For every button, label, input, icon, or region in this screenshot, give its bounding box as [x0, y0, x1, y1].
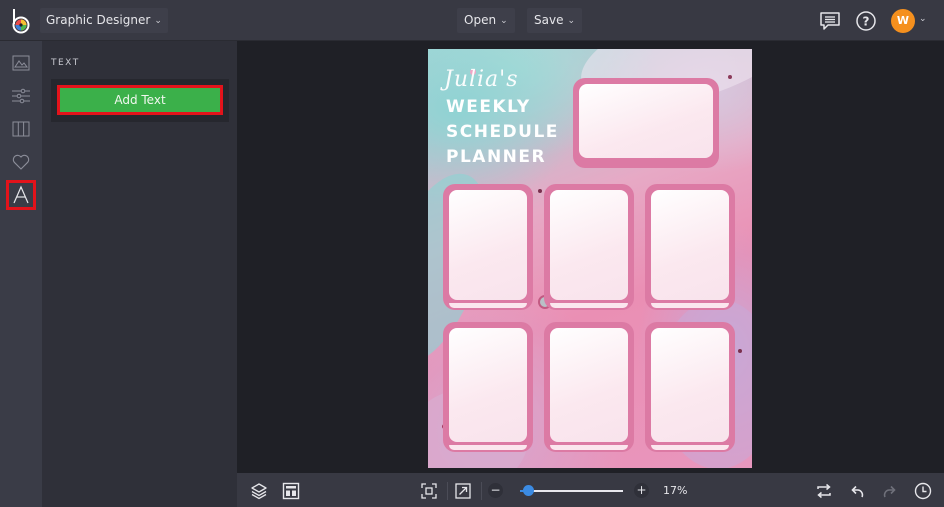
toolbar-divider	[481, 482, 482, 500]
project-menu-button[interactable]: Graphic Designer ⌄	[40, 8, 168, 33]
design-title-line: PLANNER	[446, 147, 547, 167]
redo-icon[interactable]	[881, 482, 899, 500]
swap-icon[interactable]	[815, 482, 833, 500]
feedback-chat-icon[interactable]	[818, 9, 842, 33]
planner-card-foot	[651, 445, 729, 450]
image-icon	[12, 55, 30, 71]
help-icon[interactable]: ?	[854, 9, 878, 33]
save-menu-label: Save	[534, 13, 564, 27]
sliders-icon	[12, 88, 30, 104]
planner-card[interactable]	[573, 78, 719, 168]
rail-item-image[interactable]	[6, 48, 36, 78]
planner-card-foot	[550, 445, 628, 450]
save-menu-button[interactable]: Save ⌄	[527, 8, 583, 33]
toolbar-divider	[447, 482, 448, 500]
chevron-down-icon[interactable]: ⌄	[919, 14, 927, 24]
planner-card-foot	[449, 303, 527, 308]
user-avatar[interactable]: W	[891, 9, 915, 33]
planner-card-body	[651, 190, 729, 300]
speckle-dot	[728, 75, 732, 79]
heart-icon	[12, 154, 30, 170]
rail-item-favorites[interactable]	[6, 147, 36, 177]
planner-card-foot	[550, 303, 628, 308]
planner-card[interactable]	[544, 322, 634, 452]
open-menu-label: Open	[464, 13, 497, 27]
planner-card[interactable]	[443, 322, 533, 452]
design-title-line: SCHEDULE	[446, 122, 559, 142]
design-script-title: Julia's	[444, 67, 519, 92]
speckle-dot	[738, 349, 742, 353]
zoom-level-label: 17%	[663, 484, 688, 497]
chevron-down-icon: ⌄	[500, 16, 508, 26]
planner-card-body	[579, 84, 713, 158]
zoom-out-button[interactable]: −	[488, 483, 503, 498]
project-menu-label: Graphic Designer	[46, 13, 151, 27]
resize-expand-icon[interactable]	[454, 482, 472, 500]
planner-card-body	[449, 190, 527, 300]
planner-card-body	[550, 328, 628, 442]
planner-card-body	[449, 328, 527, 442]
design-title-line: WEEKLY	[446, 97, 531, 117]
planner-card[interactable]	[645, 184, 735, 310]
planner-card-body	[550, 190, 628, 300]
planner-card-foot	[449, 445, 527, 450]
planner-card[interactable]	[544, 184, 634, 310]
planner-card[interactable]	[443, 184, 533, 310]
speckle-dot	[538, 189, 542, 193]
text-icon	[13, 185, 29, 204]
chevron-down-icon: ⌄	[567, 16, 576, 26]
rail-item-layouts[interactable]	[6, 114, 36, 144]
top-bar: Graphic Designer ⌄ Open ⌄ Save ⌄ ? W ⌄	[0, 0, 944, 41]
zoom-slider[interactable]	[520, 490, 623, 492]
panel-title: TEXT	[51, 58, 80, 68]
template-icon[interactable]	[282, 482, 300, 500]
add-text-container: Add Text	[51, 79, 229, 122]
text-panel: TEXT Add Text	[42, 41, 237, 507]
bottom-toolbar: − + 17%	[237, 473, 944, 507]
rail-item-adjustments[interactable]	[6, 81, 36, 111]
add-text-button[interactable]: Add Text	[57, 85, 223, 115]
layers-icon[interactable]	[250, 482, 268, 500]
tool-rail	[0, 41, 42, 507]
planner-card-body	[651, 328, 729, 442]
app-logo-icon[interactable]	[10, 8, 32, 34]
columns-icon	[12, 121, 30, 137]
open-menu-button[interactable]: Open ⌄	[457, 8, 515, 33]
zoom-slider-handle[interactable]	[522, 485, 534, 496]
planner-card[interactable]	[645, 322, 735, 452]
zoom-in-button[interactable]: +	[634, 483, 649, 498]
history-clock-icon[interactable]	[914, 482, 932, 500]
svg-text:?: ?	[863, 15, 870, 29]
chevron-down-icon: ⌄	[154, 16, 162, 26]
design-canvas[interactable]: Julia's WEEKLY SCHEDULE PLANNER	[428, 49, 752, 468]
fit-to-screen-icon[interactable]	[420, 482, 438, 500]
undo-icon[interactable]	[848, 482, 866, 500]
canvas-workspace: Julia's WEEKLY SCHEDULE PLANNER	[237, 41, 944, 473]
rail-item-text[interactable]	[6, 180, 36, 210]
planner-card-foot	[651, 303, 729, 308]
